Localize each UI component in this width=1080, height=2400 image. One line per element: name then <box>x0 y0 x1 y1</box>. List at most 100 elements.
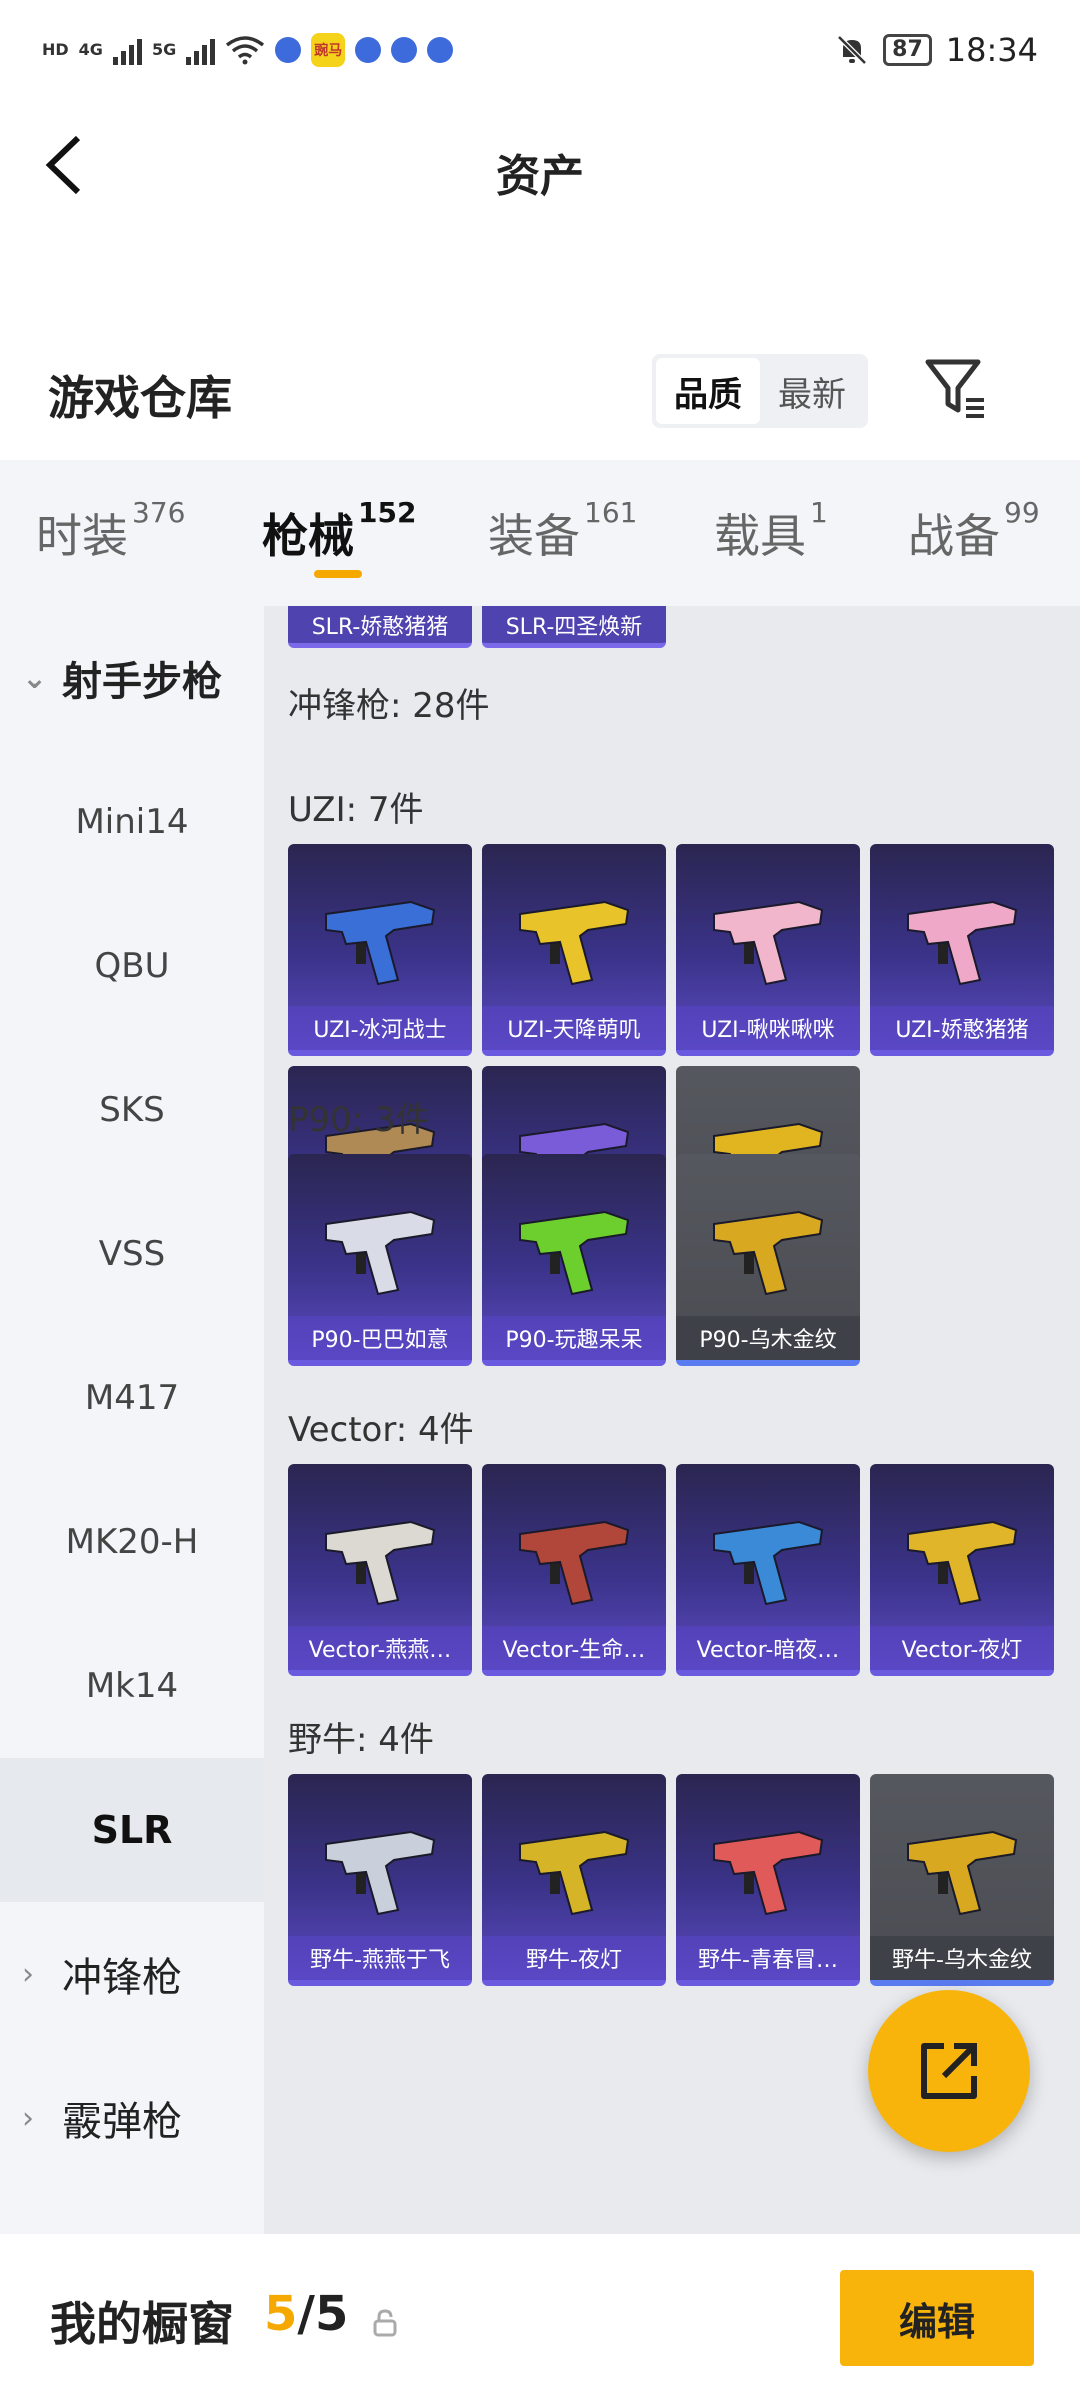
filter-icon <box>925 359 984 418</box>
sidebar-category-label: 冲锋枪 <box>62 1955 182 2001</box>
sidebar-category-label: 射手步枪 <box>62 659 222 705</box>
sidebar-item-mk20h[interactable]: MK20-H <box>0 1470 264 1614</box>
edit-button[interactable]: 编辑 <box>840 2270 1034 2366</box>
app-notification-icon <box>391 37 418 63</box>
hd-indicator: HD <box>42 40 69 59</box>
item-card-label: UZI-啾咪啾咪 <box>676 1006 860 1050</box>
item-card[interactable]: P90-玩趣呆呆 <box>482 1154 666 1366</box>
sidebar-item-mk14[interactable]: Mk14 <box>0 1614 264 1758</box>
lock-icon <box>373 2309 397 2337</box>
sort-by-newest[interactable]: 最新 <box>760 358 864 424</box>
share-external-icon <box>921 2043 977 2099</box>
item-card-label: 野牛-燕燕于飞 <box>288 1936 472 1980</box>
item-card[interactable]: 野牛-燕燕于飞 <box>288 1774 472 1986</box>
weapon-skin-icon <box>519 1830 630 1916</box>
tab-label: 枪械 <box>262 509 354 563</box>
sidebar-category-marksman-rifles[interactable]: ⌄ 射手步枪 <box>22 606 264 750</box>
status-left: HD 4G 5G 豌马 <box>42 33 454 67</box>
item-card[interactable]: P90-巴巴如意 <box>288 1154 472 1366</box>
weapon-skin-icon <box>907 900 1018 986</box>
tab-label: 载具 <box>714 509 806 563</box>
showcase-title: 我的橱窗 <box>50 2297 234 2351</box>
item-card[interactable]: 野牛-乌木金纹 <box>870 1774 1054 1986</box>
tab-fashion[interactable]: 时装 376 <box>36 496 185 566</box>
sidebar-item-m417[interactable]: M417 <box>0 1326 264 1470</box>
item-card[interactable]: 野牛-青春冒… <box>676 1774 860 1986</box>
category-tabs: 时装 376 枪械 152 装备 161 载具 1 战备 99 <box>0 460 1080 606</box>
sidebar: ⌄ 射手步枪 Mini14 QBU SKS VSS M417 MK20-H Mk… <box>0 606 264 2234</box>
sidebar-item-vss[interactable]: VSS <box>0 1182 264 1326</box>
weapon-skin-icon <box>713 1830 824 1916</box>
weapon-skin-icon <box>325 1210 436 1296</box>
section-title: UZI: 7件 <box>288 790 424 830</box>
weapon-skin-icon <box>325 1520 436 1606</box>
item-card-label: Vector-生命… <box>482 1626 666 1670</box>
tab-gear[interactable]: 战备 99 <box>908 496 1040 566</box>
sidebar-item-sks[interactable]: SKS <box>0 1038 264 1182</box>
weapon-skin-icon <box>907 1830 1018 1916</box>
sidebar-item-slr[interactable]: SLR <box>0 1758 264 1902</box>
item-card[interactable]: Vector-生命… <box>482 1464 666 1676</box>
item-card-label: Vector-暗夜… <box>676 1626 860 1670</box>
item-card-partial[interactable]: SLR-四圣焕新 <box>482 606 666 648</box>
weapon-skin-icon <box>907 1520 1018 1606</box>
sidebar-item-qbu[interactable]: QBU <box>0 894 264 1038</box>
weapon-skin-icon <box>325 900 436 986</box>
tab-count: 152 <box>358 496 417 529</box>
showcase-total: 5 <box>314 2286 349 2342</box>
network-4g-label: 4G <box>78 40 103 59</box>
section-title: 野牛: 4件 <box>288 1720 434 1760</box>
status-right: 87 18:34 <box>835 31 1038 69</box>
section-title: P90: 3件 <box>288 1100 430 1140</box>
status-bar: HD 4G 5G 豌马 87 18:34 <box>0 0 1080 100</box>
weapon-skin-icon <box>519 1520 630 1606</box>
item-card-label: UZI-冰河战士 <box>288 1006 472 1050</box>
filter-button[interactable] <box>920 352 992 424</box>
chevron-down-icon: ⌄ <box>22 660 48 696</box>
tab-count: 99 <box>1004 496 1040 529</box>
battery-level: 87 <box>883 34 932 66</box>
title-bar: 资产 <box>0 100 1080 240</box>
page-title: 资产 <box>496 151 584 202</box>
sidebar-category-shotgun[interactable]: › 霰弹枪 <box>22 2046 264 2190</box>
wifi-icon <box>226 36 265 65</box>
showcase-count: 5/5 <box>264 2286 348 2342</box>
sidebar-category-smg[interactable]: › 冲锋枪 <box>22 1902 264 2046</box>
item-card-label: P90-巴巴如意 <box>288 1316 472 1360</box>
tab-firearms[interactable]: 枪械 152 <box>262 496 416 566</box>
chevron-right-icon: › <box>22 2100 34 2136</box>
section-title: Vector: 4件 <box>288 1410 474 1450</box>
sort-by-quality[interactable]: 品质 <box>656 358 760 424</box>
item-card[interactable]: UZI-冰河战士 <box>288 844 472 1056</box>
item-card[interactable]: Vector-燕燕… <box>288 1464 472 1676</box>
item-card[interactable]: UZI-啾咪啾咪 <box>676 844 860 1056</box>
tab-vehicles[interactable]: 载具 1 <box>714 496 828 566</box>
item-card[interactable]: P90-乌木金纹 <box>676 1154 860 1366</box>
item-card-label: Vector-燕燕… <box>288 1626 472 1670</box>
clock: 18:34 <box>945 31 1038 69</box>
showcase-separator: / <box>297 2286 315 2342</box>
sort-toggle: 品质 最新 <box>652 354 868 428</box>
item-card[interactable]: Vector-暗夜… <box>676 1464 860 1676</box>
tab-label: 装备 <box>488 509 580 563</box>
sidebar-item-mini14[interactable]: Mini14 <box>0 750 264 894</box>
mute-bell-icon <box>837 35 867 65</box>
showcase-current: 5 <box>264 2286 298 2342</box>
item-card-partial[interactable]: SLR-娇憨猪猪 <box>288 606 472 648</box>
item-card[interactable]: Vector-夜灯 <box>870 1464 1054 1676</box>
item-card-label: 野牛-夜灯 <box>482 1936 666 1980</box>
sidebar-category-label: 霰弹枪 <box>62 2099 182 2145</box>
network-5g-label: 5G <box>151 40 177 59</box>
item-card[interactable]: 野牛-夜灯 <box>482 1774 666 1986</box>
weapon-skin-icon <box>713 1520 824 1606</box>
item-card[interactable]: UZI-娇憨猪猪 <box>870 844 1054 1056</box>
chevron-right-icon: › <box>22 1956 34 1992</box>
group-title: 冲锋枪: 28件 <box>288 686 490 726</box>
tab-count: 161 <box>584 496 638 529</box>
share-button[interactable] <box>868 1990 1030 2152</box>
item-card-label: P90-玩趣呆呆 <box>482 1316 666 1360</box>
warehouse-header: 游戏仓库 品质 最新 <box>0 320 1080 460</box>
tab-equipment[interactable]: 装备 161 <box>488 496 637 566</box>
item-card[interactable]: UZI-天降萌叽 <box>482 844 666 1056</box>
item-card-label: P90-乌木金纹 <box>676 1316 860 1360</box>
